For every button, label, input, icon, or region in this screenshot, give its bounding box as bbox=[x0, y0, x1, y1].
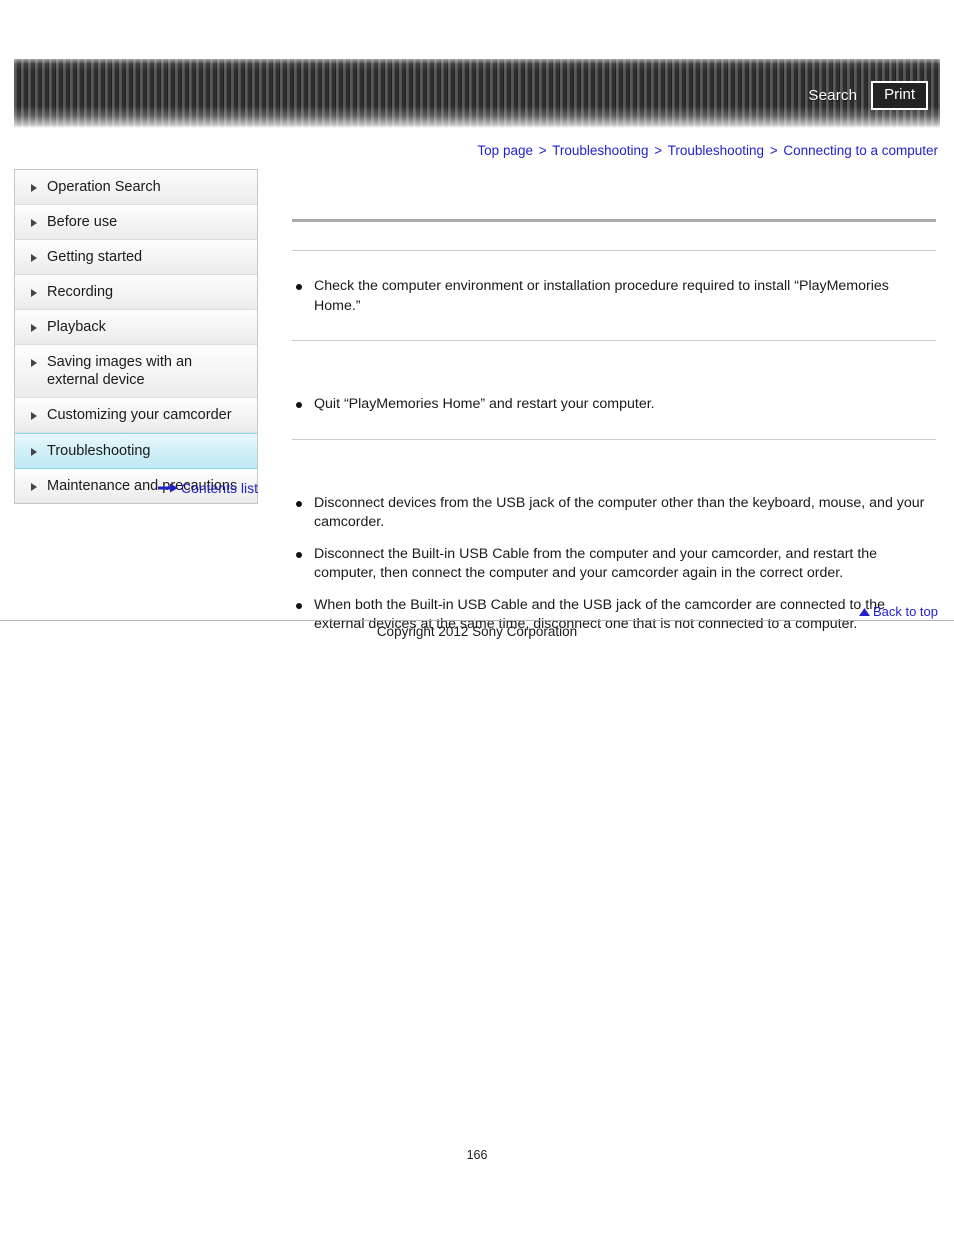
sidebar-item-saving-images-external-device[interactable]: Saving images with an external device bbox=[15, 345, 257, 398]
sidebar-item-label: Troubleshooting bbox=[47, 443, 151, 459]
triangle-right-icon bbox=[31, 219, 41, 227]
back-to-top-link[interactable]: Back to top bbox=[858, 604, 938, 619]
breadcrumb-item-troubleshooting-2[interactable]: Troubleshooting bbox=[668, 143, 764, 158]
sidebar-item-label: Recording bbox=[47, 284, 114, 300]
sidebar-item-operation-search[interactable]: Operation Search bbox=[15, 170, 257, 205]
bullet-list: Check the computer environment or instal… bbox=[292, 277, 936, 316]
triangle-up-icon bbox=[858, 607, 870, 617]
search-button[interactable]: Search bbox=[808, 87, 857, 104]
list-item: Check the computer environment or instal… bbox=[292, 277, 936, 316]
section-heading-3 bbox=[292, 440, 936, 468]
breadcrumb-item-connecting-to-a-computer[interactable]: Connecting to a computer bbox=[783, 143, 938, 158]
page-number: 166 bbox=[466, 1148, 488, 1162]
main-content: Check the computer environment or instal… bbox=[292, 175, 936, 659]
sidebar-item-label: Saving images with an external device bbox=[47, 354, 193, 388]
breadcrumb-item-troubleshooting-1[interactable]: Troubleshooting bbox=[552, 143, 648, 158]
bullet-list: Disconnect devices from the USB jack of … bbox=[292, 494, 936, 635]
header-controls: Search Print bbox=[808, 81, 928, 110]
sidebar-item-recording[interactable]: Recording bbox=[15, 275, 257, 310]
bullet-list: Quit “PlayMemories Home” and restart you… bbox=[292, 395, 936, 415]
list-item: Disconnect the Built-in USB Cable from t… bbox=[292, 545, 936, 584]
sidebar-item-label: Playback bbox=[47, 319, 106, 335]
triangle-right-icon bbox=[31, 412, 41, 420]
section-body-2: Quit “PlayMemories Home” and restart you… bbox=[292, 369, 936, 439]
sidebar-item-label: Getting started bbox=[47, 249, 143, 265]
sidebar-item-getting-started[interactable]: Getting started bbox=[15, 240, 257, 275]
sidebar-item-troubleshooting[interactable]: Troubleshooting bbox=[15, 433, 257, 469]
breadcrumb-item-top-page[interactable]: Top page bbox=[477, 143, 533, 158]
footer-divider bbox=[0, 620, 954, 621]
section-heading-1 bbox=[292, 222, 936, 250]
triangle-right-icon bbox=[31, 359, 41, 367]
site-header-bar: Search Print bbox=[14, 59, 940, 128]
sidebar-item-label: Customizing your camcorder bbox=[47, 407, 232, 423]
triangle-right-icon bbox=[31, 254, 41, 262]
back-to-top-label: Back to top bbox=[872, 604, 938, 619]
sidebar-item-before-use[interactable]: Before use bbox=[15, 205, 257, 240]
list-item: Quit “PlayMemories Home” and restart you… bbox=[292, 395, 936, 415]
triangle-right-icon bbox=[31, 324, 41, 332]
copyright-text: Copyright 2012 Sony Corporation bbox=[376, 624, 578, 639]
sidebar-navigation: Operation Search Before use Getting star… bbox=[14, 169, 258, 504]
triangle-right-icon bbox=[31, 448, 41, 456]
contents-list-label: Contents list bbox=[180, 480, 258, 496]
page-title bbox=[292, 175, 936, 219]
arrow-right-icon bbox=[157, 483, 178, 493]
sidebar-item-label: Operation Search bbox=[47, 179, 161, 195]
sidebar-item-label: Before use bbox=[47, 214, 118, 230]
breadcrumb-separator: > bbox=[538, 143, 547, 158]
triangle-right-icon bbox=[31, 184, 41, 192]
breadcrumb-separator: > bbox=[769, 143, 778, 158]
breadcrumb: Top page > Troubleshooting > Troubleshoo… bbox=[477, 143, 938, 158]
sidebar-item-playback[interactable]: Playback bbox=[15, 310, 257, 345]
breadcrumb-separator: > bbox=[654, 143, 663, 158]
print-button[interactable]: Print bbox=[871, 81, 928, 110]
list-item: Disconnect devices from the USB jack of … bbox=[292, 494, 936, 533]
section-body-1: Check the computer environment or instal… bbox=[292, 251, 936, 340]
contents-list-link[interactable]: Contents list bbox=[14, 480, 258, 496]
sidebar-item-customizing-your-camcorder[interactable]: Customizing your camcorder bbox=[15, 398, 257, 433]
triangle-right-icon bbox=[31, 289, 41, 297]
section-heading-2 bbox=[292, 341, 936, 369]
